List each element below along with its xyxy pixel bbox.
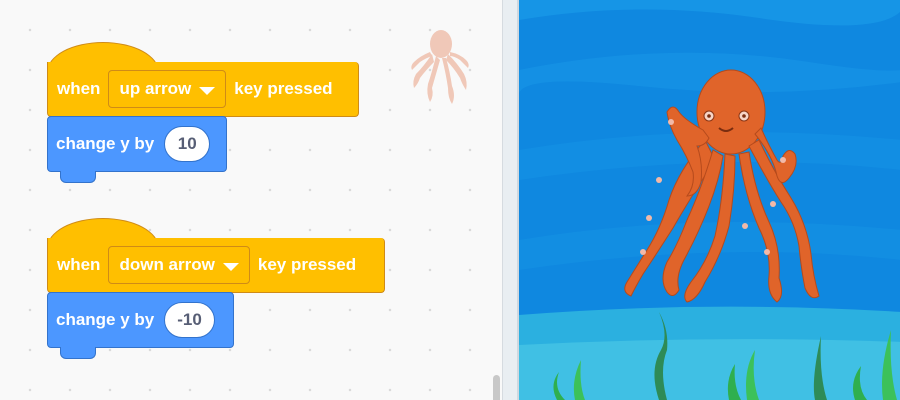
key-dropdown-value: up arrow <box>119 79 192 98</box>
hat-suffix-label: key pressed <box>234 79 333 98</box>
stage[interactable] <box>517 0 900 400</box>
hat-when-label: when <box>57 79 101 98</box>
code-workspace[interactable]: when up arrow key pressed change y by 10… <box>0 0 502 400</box>
change-y-block[interactable]: change y by 10 <box>47 116 227 183</box>
key-dropdown[interactable]: down arrow <box>108 246 250 284</box>
chevron-down-icon <box>199 86 216 95</box>
hat-suffix-label: key pressed <box>257 255 357 274</box>
script-up-arrow[interactable]: when up arrow key pressed change y by 10 <box>47 42 359 183</box>
change-y-label: change y by <box>56 134 155 153</box>
chevron-down-icon <box>222 262 239 271</box>
change-y-block[interactable]: change y by -10 <box>47 292 234 359</box>
key-dropdown-value: down arrow <box>119 255 215 274</box>
hat-when-label: when <box>57 255 101 274</box>
block-notch <box>60 171 96 183</box>
change-y-input[interactable]: 10 <box>164 126 211 162</box>
change-y-label: change y by <box>56 310 155 329</box>
workspace-scrollbar[interactable] <box>493 375 500 400</box>
stage-canvas <box>519 0 900 400</box>
key-dropdown[interactable]: up arrow <box>108 70 227 108</box>
block-notch <box>60 347 96 359</box>
scratch-editor: when up arrow key pressed change y by 10… <box>0 0 900 400</box>
when-key-pressed-block[interactable]: when up arrow key pressed <box>47 62 359 117</box>
octopus-sprite-icon <box>411 30 469 104</box>
script-down-arrow[interactable]: when down arrow key pressed change y by … <box>47 218 385 359</box>
panel-divider <box>502 0 518 400</box>
when-key-pressed-block[interactable]: when down arrow key pressed <box>47 238 385 293</box>
change-y-input[interactable]: -10 <box>164 302 215 338</box>
